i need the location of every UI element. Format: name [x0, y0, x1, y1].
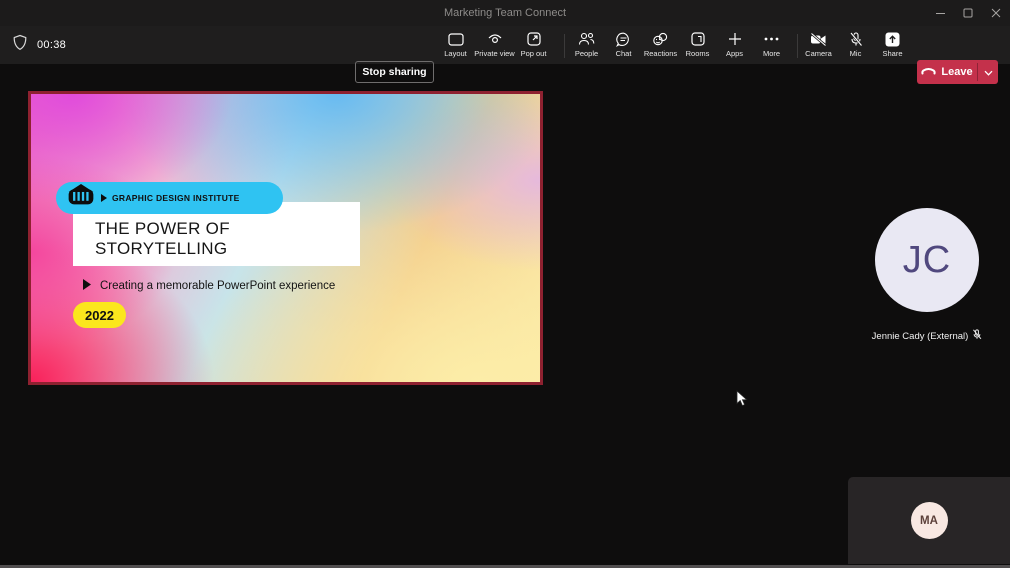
- window-controls: [926, 0, 1010, 26]
- reactions-icon: [652, 31, 669, 47]
- toolbar-separator-right: [797, 34, 798, 58]
- people-icon: [578, 31, 595, 47]
- mic-button[interactable]: Mic: [837, 26, 874, 64]
- camera-off-icon: [810, 31, 827, 47]
- rooms-button[interactable]: Rooms: [679, 26, 716, 64]
- private-view-button[interactable]: Private view: [474, 26, 515, 64]
- ellipsis-icon: [764, 31, 779, 47]
- pop-out-label: Pop out: [520, 49, 547, 58]
- participant-name: Jennie Cady (External): [871, 330, 969, 342]
- view-controls-group: Layout Private view Pop out: [437, 26, 552, 64]
- remote-participant-tile[interactable]: JC Jennie Cady (External): [822, 208, 1010, 345]
- slide-title: THE POWER OF STORYTELLING: [95, 219, 230, 258]
- minimize-button[interactable]: [926, 0, 954, 26]
- timer-group: 00:38: [12, 26, 66, 64]
- plus-icon: [728, 31, 742, 47]
- device-controls-group: Camera Mic Share: [800, 26, 911, 64]
- layout-label: Layout: [444, 49, 467, 58]
- avatar: MA: [910, 502, 948, 539]
- pop-out-button[interactable]: Pop out: [515, 26, 552, 64]
- slide-subtitle: Creating a memorable PowerPoint experien…: [100, 280, 336, 292]
- popout-icon: [526, 31, 541, 47]
- close-button[interactable]: [982, 0, 1010, 26]
- minimize-icon: [935, 8, 946, 19]
- chevron-down-icon: [984, 63, 993, 81]
- rooms-icon: [690, 31, 705, 47]
- mic-off-icon: [849, 31, 863, 47]
- apps-label: Apps: [725, 49, 744, 58]
- play-triangle-icon: [83, 277, 91, 295]
- close-icon: [991, 8, 1001, 18]
- leave-main[interactable]: Leave: [917, 60, 977, 84]
- leave-button[interactable]: Leave: [917, 60, 998, 84]
- meeting-toolbar: 00:38 Stop sharing Layout Private view P…: [0, 26, 1010, 84]
- share-label: Share: [882, 49, 903, 58]
- leave-label: Leave: [941, 66, 973, 78]
- phone-hangup-icon: [921, 66, 937, 78]
- eye-icon: [487, 31, 503, 47]
- meeting-timer: 00:38: [37, 39, 67, 51]
- mic-off-small-icon: [972, 327, 982, 345]
- reactions-label: Reactions: [643, 49, 678, 58]
- stop-sharing-button[interactable]: Stop sharing: [355, 61, 434, 83]
- more-label: More: [762, 49, 781, 58]
- titlebar: Marketing Team Connect: [0, 0, 1010, 26]
- bank-icon: [66, 184, 96, 212]
- avatar-initials: JC: [902, 238, 952, 281]
- self-video-tile[interactable]: MA: [848, 477, 1010, 564]
- reactions-button[interactable]: Reactions: [642, 26, 679, 64]
- institute-badge: GRAPHIC DESIGN INSTITUTE: [56, 182, 283, 214]
- leave-options-button[interactable]: [978, 60, 998, 84]
- camera-button[interactable]: Camera: [800, 26, 837, 64]
- people-button[interactable]: People: [568, 26, 605, 64]
- apps-button[interactable]: Apps: [716, 26, 753, 64]
- shield-icon: [12, 34, 28, 56]
- teams-meeting-window: Marketing Team Connect 00:38 Stop sharin…: [0, 0, 1010, 568]
- avatar: JC: [875, 208, 979, 312]
- slide-subtitle-row: Creating a memorable PowerPoint experien…: [83, 277, 335, 295]
- mouse-cursor-icon: [736, 390, 748, 412]
- people-label: People: [574, 49, 599, 58]
- chat-button[interactable]: Chat: [605, 26, 642, 64]
- share-tray-icon: [885, 31, 900, 47]
- rooms-label: Rooms: [685, 49, 710, 58]
- camera-label: Camera: [805, 49, 832, 58]
- avatar-initials: MA: [920, 514, 938, 527]
- mic-label: Mic: [849, 49, 862, 58]
- layout-icon: [447, 31, 464, 47]
- chat-label: Chat: [615, 49, 632, 58]
- play-triangle-icon: [101, 189, 107, 207]
- meeting-actions-group: People Chat Reactions Rooms Apps More: [568, 26, 790, 64]
- institute-badge-label: GRAPHIC DESIGN INSTITUTE: [112, 193, 240, 203]
- window-title: Marketing Team Connect: [443, 7, 567, 19]
- private-view-label: Private view: [474, 49, 515, 58]
- more-button[interactable]: More: [753, 26, 790, 64]
- participant-name-row: Jennie Cady (External): [872, 327, 983, 345]
- shared-screen-slide: GRAPHIC DESIGN INSTITUTE THE POWER OF ST…: [28, 91, 543, 385]
- year-badge-label: 2022: [85, 307, 114, 323]
- toolbar-separator-left: [564, 34, 565, 58]
- maximize-icon: [963, 8, 973, 18]
- share-button[interactable]: Share: [874, 26, 911, 64]
- chat-icon: [616, 31, 631, 47]
- layout-button[interactable]: Layout: [437, 26, 474, 64]
- maximize-button[interactable]: [954, 0, 982, 26]
- year-badge: 2022: [73, 302, 126, 328]
